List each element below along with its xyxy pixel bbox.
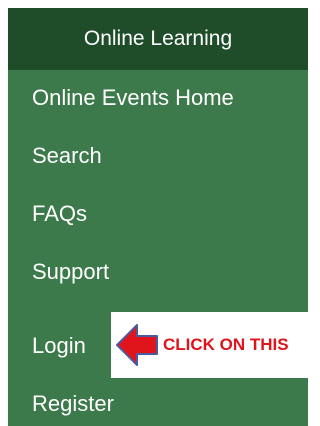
click-callout: CLICK ON THIS — [111, 312, 308, 378]
menu-item-search[interactable]: Search — [32, 142, 102, 170]
menu-item-register[interactable]: Register — [32, 390, 114, 418]
left-arrow-icon — [116, 324, 158, 366]
menu-item-login[interactable]: Login — [32, 332, 86, 360]
menu-item-support[interactable]: Support — [32, 258, 109, 286]
menu-title: Online Learning — [83, 27, 233, 50]
menu-header: Online Learning — [8, 8, 308, 70]
callout-text: CLICK ON THIS — [163, 335, 289, 354]
menu-item-faqs[interactable]: FAQs — [32, 200, 87, 228]
menu-item-online-events-home[interactable]: Online Events Home — [32, 84, 234, 112]
